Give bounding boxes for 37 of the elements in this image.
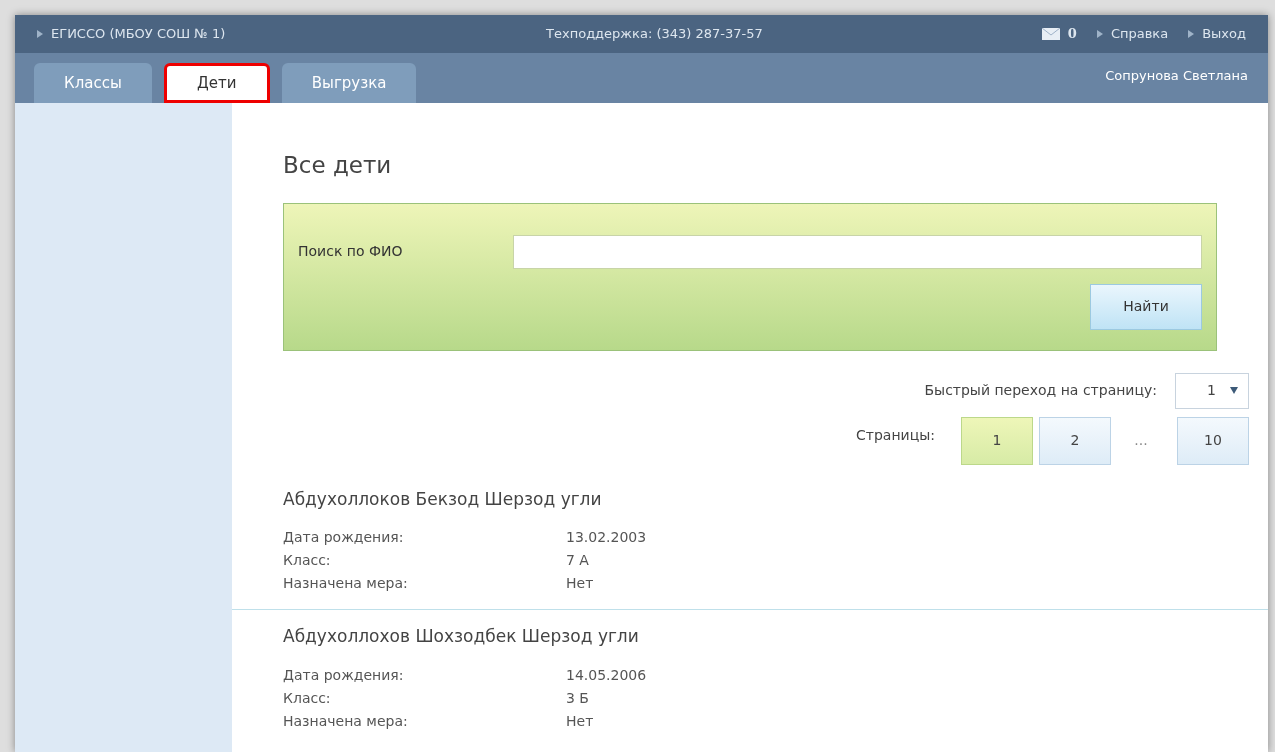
search-label: Поиск по ФИО <box>298 242 404 261</box>
page-button[interactable]: 10 <box>1177 416 1249 465</box>
field-label: Класс: <box>283 551 332 570</box>
child-name[interactable]: Абдухоллоков Бекзод Шерзод угли <box>283 486 1268 512</box>
search-field[interactable] <box>513 234 1202 269</box>
dropdown-arrow-icon <box>1230 387 1238 394</box>
header-link[interactable]: Выход <box>1202 24 1246 44</box>
field-value: 14.05.2006 <box>566 665 647 685</box>
find-button[interactable]: Найти <box>1090 283 1202 330</box>
field-value: Нет <box>566 711 594 731</box>
page-button[interactable]: 1 <box>961 416 1033 465</box>
field-label: Назначена мера: <box>283 574 409 593</box>
triangle-icon <box>1188 30 1195 38</box>
page-ellipsis: ... <box>1133 431 1149 450</box>
page-title: Все дети <box>283 151 393 180</box>
mail-icon[interactable] <box>1041 28 1060 40</box>
field-label: Класс: <box>283 688 332 708</box>
field-label: Дата рождения: <box>283 528 405 547</box>
quick-jump-label: Быстрый переход на страницу: <box>924 381 1157 400</box>
tab[interactable]: Дети <box>163 63 270 103</box>
header-link[interactable]: Справка <box>1110 24 1169 44</box>
user-name: Сопрунова Светлана <box>1105 67 1248 85</box>
message-count: 0 <box>1067 25 1077 44</box>
field-value: 7 А <box>566 551 589 570</box>
page-button[interactable]: 2 <box>1039 416 1111 465</box>
support-phone: Техподдержка: (343) 287-37-57 <box>546 25 763 44</box>
page-select[interactable]: 1 <box>1175 372 1249 409</box>
child-name[interactable]: Абдухоллохов Шохзодбек Шерзод угли <box>283 624 1268 650</box>
site-title[interactable]: ЕГИССО (МБОУ СОШ № 1) <box>51 24 226 44</box>
field-value: Нет <box>566 574 594 593</box>
pages-label: Страницы: <box>856 425 935 445</box>
field-value: 13.02.2003 <box>566 528 647 547</box>
field-label: Назначена мера: <box>283 711 409 731</box>
triangle-icon <box>37 30 43 38</box>
triangle-icon <box>1096 30 1103 38</box>
field-value: 3 Б <box>566 688 589 708</box>
field-label: Дата рождения: <box>283 665 405 685</box>
